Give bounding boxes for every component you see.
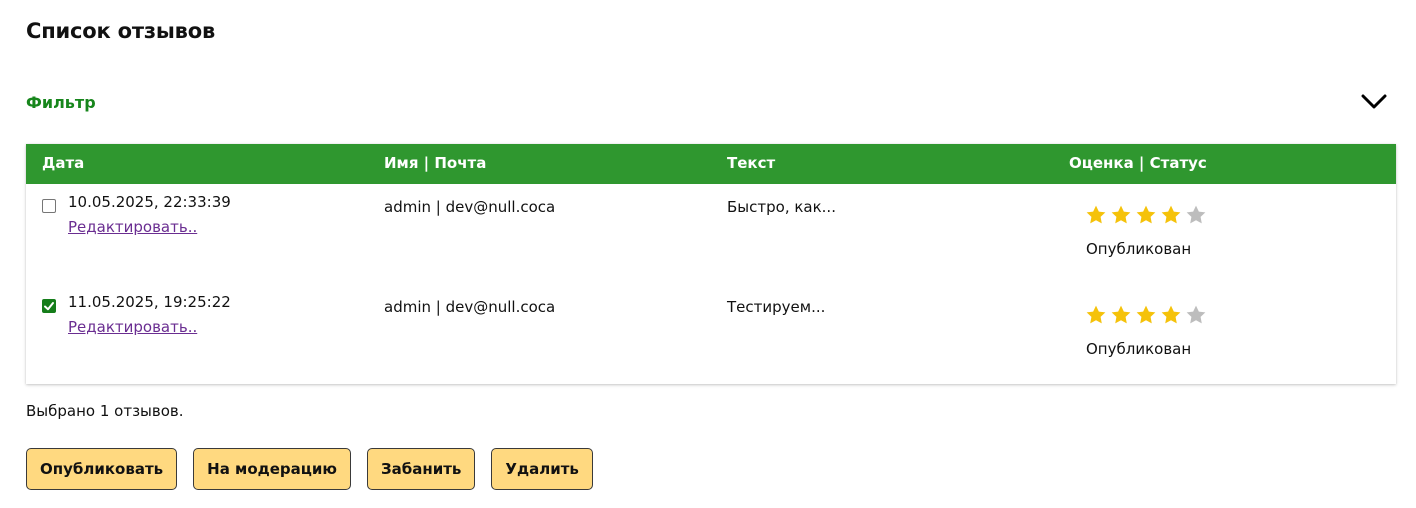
column-header-name-email: Имя | Почта bbox=[384, 154, 487, 172]
table-header: Дата Имя | Почта Текст Оценка | Статус bbox=[26, 144, 1396, 184]
selection-summary: Выбрано 1 отзывов. bbox=[26, 402, 184, 420]
edit-review-link[interactable]: Редактировать.. bbox=[68, 218, 197, 236]
star-empty-icon bbox=[1186, 305, 1206, 324]
column-header-date: Дата bbox=[42, 154, 85, 172]
star-filled-icon bbox=[1086, 205, 1106, 224]
table-row: 11.05.2025, 19:25:22 Редактировать.. adm… bbox=[26, 284, 1396, 384]
row-select-checkbox[interactable] bbox=[42, 299, 56, 313]
row-select-checkbox[interactable] bbox=[42, 199, 56, 213]
star-filled-icon bbox=[1136, 305, 1156, 324]
column-header-text: Текст bbox=[727, 154, 776, 172]
review-text: Тестируем... bbox=[727, 298, 826, 316]
table-row: 10.05.2025, 22:33:39 Редактировать.. adm… bbox=[26, 184, 1396, 284]
edit-review-link[interactable]: Редактировать.. bbox=[68, 318, 197, 336]
filter-title: Фильтр bbox=[26, 92, 96, 112]
delete-button[interactable]: Удалить bbox=[491, 448, 593, 490]
rating-stars bbox=[1085, 204, 1207, 226]
star-filled-icon bbox=[1161, 205, 1181, 224]
filter-panel-header[interactable]: Фильтр bbox=[26, 88, 1388, 116]
send-to-moderation-button[interactable]: На модерацию bbox=[193, 448, 351, 490]
star-filled-icon bbox=[1111, 205, 1131, 224]
chevron-down-icon[interactable] bbox=[1360, 88, 1388, 116]
column-header-rating-status: Оценка | Статус bbox=[1069, 154, 1207, 172]
reviews-page: Список отзывов Фильтр Дата Имя | Почта Т… bbox=[0, 0, 1416, 508]
review-date: 11.05.2025, 19:25:22 bbox=[68, 293, 231, 311]
publish-button[interactable]: Опубликовать bbox=[26, 448, 178, 490]
ban-button[interactable]: Забанить bbox=[366, 448, 476, 490]
review-date: 10.05.2025, 22:33:39 bbox=[68, 193, 231, 211]
star-filled-icon bbox=[1136, 205, 1156, 224]
reviews-table: Дата Имя | Почта Текст Оценка | Статус 1… bbox=[26, 144, 1396, 384]
review-text: Быстро, как... bbox=[727, 198, 836, 216]
rating-stars bbox=[1085, 304, 1207, 326]
status-badge: Опубликован bbox=[1086, 340, 1192, 358]
star-empty-icon bbox=[1186, 205, 1206, 224]
star-filled-icon bbox=[1161, 305, 1181, 324]
bulk-actions: Опубликовать На модерацию Забанить Удали… bbox=[26, 448, 593, 490]
star-filled-icon bbox=[1086, 305, 1106, 324]
review-author: admin | dev@null.coca bbox=[384, 198, 556, 216]
status-badge: Опубликован bbox=[1086, 240, 1192, 258]
review-author: admin | dev@null.coca bbox=[384, 298, 556, 316]
page-title: Список отзывов bbox=[26, 19, 216, 43]
star-filled-icon bbox=[1111, 305, 1131, 324]
